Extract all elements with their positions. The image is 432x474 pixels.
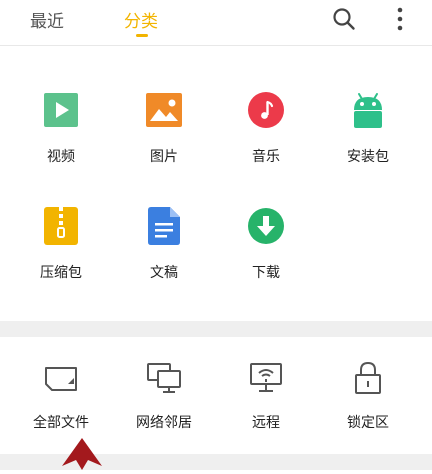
lock-icon (348, 358, 388, 398)
location-lock-zone[interactable]: 锁定区 (314, 358, 422, 432)
more-vert-icon[interactable] (387, 6, 413, 32)
storage-card-icon (41, 358, 81, 398)
top-tab-bar: 最近 分类 (0, 0, 432, 44)
location-label: 全部文件 (33, 415, 89, 431)
network-computers-icon (144, 358, 184, 398)
location-label: 锁定区 (347, 415, 389, 431)
location-all-files[interactable]: 全部文件 (7, 358, 115, 432)
search-icon[interactable] (331, 6, 357, 32)
document-icon (144, 206, 184, 246)
location-remote[interactable]: 远程 (212, 358, 320, 432)
location-label: 远程 (252, 415, 280, 431)
category-label: 文稿 (150, 265, 178, 281)
music-icon (246, 90, 286, 130)
tab-recent[interactable]: 最近 (30, 7, 64, 32)
section-divider (0, 321, 432, 337)
active-tab-indicator (136, 34, 148, 37)
category-document[interactable]: 文稿 (110, 206, 218, 282)
zip-icon (41, 206, 81, 246)
category-label: 音乐 (252, 149, 280, 165)
android-icon (348, 90, 388, 130)
download-icon (246, 206, 286, 246)
category-apk[interactable]: 安装包 (314, 90, 422, 166)
category-label: 安装包 (347, 149, 389, 165)
red-pointer-arrow-icon (58, 438, 108, 474)
location-label: 网络邻居 (136, 415, 192, 431)
location-network[interactable]: 网络邻居 (110, 358, 218, 432)
tab-category[interactable]: 分类 (124, 7, 158, 32)
category-label: 下载 (252, 265, 280, 281)
category-image[interactable]: 图片 (110, 90, 218, 166)
category-archive[interactable]: 压缩包 (7, 206, 115, 282)
image-icon (144, 90, 184, 130)
header-divider (0, 45, 432, 46)
remote-monitor-icon (246, 358, 286, 398)
category-label: 压缩包 (40, 265, 82, 281)
category-download[interactable]: 下载 (212, 206, 320, 282)
category-music[interactable]: 音乐 (212, 90, 320, 166)
category-label: 图片 (150, 149, 178, 165)
category-video[interactable]: 视频 (7, 90, 115, 166)
category-label: 视频 (47, 149, 75, 165)
video-icon (41, 90, 81, 130)
